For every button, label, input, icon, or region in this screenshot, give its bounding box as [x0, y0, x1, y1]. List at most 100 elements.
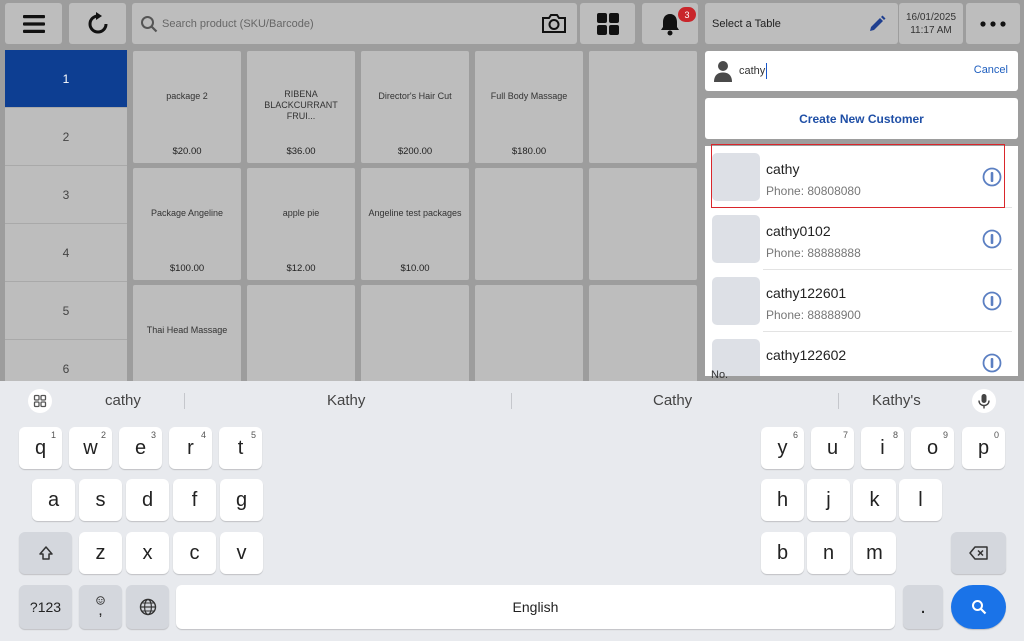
key-u[interactable]: u7 [811, 427, 854, 469]
table-number-item[interactable]: 6 [5, 340, 127, 382]
table-number-item[interactable]: 1 [5, 50, 127, 108]
product-name: Full Body Massage [490, 91, 568, 101]
key-n[interactable]: n [807, 532, 850, 574]
product-card[interactable] [589, 285, 697, 382]
apps-grid-button[interactable] [28, 389, 52, 418]
key-r[interactable]: r4 [169, 427, 212, 469]
key-v[interactable]: v [220, 532, 263, 574]
space-key[interactable]: English [176, 585, 895, 629]
product-card[interactable]: Package Angeline $100.00 [133, 168, 241, 280]
key-c[interactable]: c [173, 532, 216, 574]
cancel-search-button[interactable]: Cancel [974, 64, 1008, 76]
camera-button[interactable] [541, 12, 567, 39]
key-e[interactable]: e3 [119, 427, 162, 469]
key-p[interactable]: p0 [962, 427, 1005, 469]
key-k[interactable]: k [853, 479, 896, 521]
key-i[interactable]: i8 [861, 427, 904, 469]
key-b[interactable]: b [761, 532, 804, 574]
customer-info-button[interactable] [982, 291, 1002, 316]
customer-search-input[interactable]: cathy Cancel [705, 51, 1018, 91]
customer-phone: Phone: 88888888 [766, 246, 861, 260]
table-number-item[interactable]: 3 [5, 166, 127, 224]
product-card[interactable] [247, 285, 355, 382]
refresh-button[interactable] [69, 3, 126, 44]
product-card[interactable] [475, 285, 583, 382]
symbols-key[interactable]: ?123 [19, 585, 72, 629]
edit-table-button[interactable] [868, 15, 886, 36]
suggestion-divider [184, 393, 185, 409]
key-q[interactable]: q1 [19, 427, 62, 469]
product-card[interactable]: Thai Head Massage [133, 285, 241, 382]
customer-name: cathy0102 [766, 223, 831, 239]
table-number-item[interactable]: 4 [5, 224, 127, 282]
customer-avatar [712, 277, 760, 325]
key-s[interactable]: s [79, 479, 122, 521]
product-card[interactable]: package 2 $20.00 [133, 51, 241, 163]
customer-avatar [712, 215, 760, 263]
notifications-button[interactable]: 3 [642, 3, 698, 44]
grid-view-button[interactable] [580, 3, 635, 44]
shift-icon [38, 546, 53, 560]
table-label: Select a Table [712, 17, 781, 30]
key-f[interactable]: f [173, 479, 216, 521]
product-card[interactable] [589, 168, 697, 280]
suggestion-item[interactable]: Cathy [653, 392, 692, 409]
customer-row[interactable]: cathy122601 Phone: 88888900 [705, 270, 1018, 332]
suggestion-item[interactable]: Kathy [327, 392, 365, 409]
person-icon [714, 61, 732, 82]
notification-badge: 3 [678, 7, 696, 22]
product-search-input[interactable]: Search product (SKU/Barcode) [132, 3, 577, 44]
customer-info-button[interactable] [982, 353, 1002, 376]
create-new-customer-button[interactable]: Create New Customer [705, 98, 1018, 139]
suggestion-item[interactable]: Kathy's [872, 392, 921, 409]
table-number-item[interactable]: 2 [5, 108, 127, 166]
more-options-button[interactable] [966, 3, 1020, 44]
key-z[interactable]: z [79, 532, 122, 574]
apps-grid-icon [28, 389, 52, 413]
key-w[interactable]: w2 [69, 427, 112, 469]
product-card[interactable]: Full Body Massage $180.00 [475, 51, 583, 163]
product-card[interactable]: Angeline test packages $10.00 [361, 168, 469, 280]
customer-info-button[interactable] [982, 229, 1002, 254]
product-price: $20.00 [172, 146, 202, 157]
selection-highlight [711, 144, 1005, 208]
top-bar: Search product (SKU/Barcode) 3 Select a … [0, 0, 1024, 48]
language-key[interactable] [126, 585, 169, 629]
key-d[interactable]: d [126, 479, 169, 521]
info-icon [982, 353, 1002, 373]
customer-row[interactable]: cathy0102 Phone: 88888888 [705, 208, 1018, 270]
backspace-key[interactable] [951, 532, 1006, 574]
key-l[interactable]: l [899, 479, 942, 521]
key-y[interactable]: y6 [761, 427, 804, 469]
search-icon [971, 600, 986, 615]
key-g[interactable]: g [220, 479, 263, 521]
key-o[interactable]: o9 [911, 427, 954, 469]
product-name: apple pie [282, 208, 320, 218]
table-number-item[interactable]: 5 [5, 282, 127, 340]
customer-search-value: cathy [739, 64, 766, 77]
customer-row[interactable]: cathy122602 [705, 332, 1018, 376]
key-t[interactable]: t5 [219, 427, 262, 469]
key-m[interactable]: m [853, 532, 896, 574]
product-card[interactable]: RIBENA BLACKCURRANT FRUI... $36.00 [247, 51, 355, 163]
key-x[interactable]: x [126, 532, 169, 574]
period-key[interactable]: . [903, 585, 943, 629]
key-j[interactable]: j [807, 479, 850, 521]
product-card[interactable]: apple pie $12.00 [247, 168, 355, 280]
key-h[interactable]: h [761, 479, 804, 521]
emoji-comma-key[interactable]: , [79, 585, 122, 629]
product-price: $180.00 [511, 146, 547, 157]
suggestion-divider [511, 393, 512, 409]
product-card[interactable]: Director's Hair Cut $200.00 [361, 51, 469, 163]
suggestion-item[interactable]: cathy [105, 392, 141, 409]
select-table-field[interactable]: Select a Table [705, 3, 898, 44]
search-action-key[interactable] [951, 585, 1006, 629]
product-card[interactable] [361, 285, 469, 382]
key-a[interactable]: a [32, 479, 75, 521]
voice-input-button[interactable] [972, 389, 996, 418]
product-card[interactable] [475, 168, 583, 280]
search-icon [141, 15, 158, 32]
shift-key[interactable] [19, 532, 72, 574]
menu-button[interactable] [5, 3, 62, 44]
product-card[interactable] [589, 51, 697, 163]
